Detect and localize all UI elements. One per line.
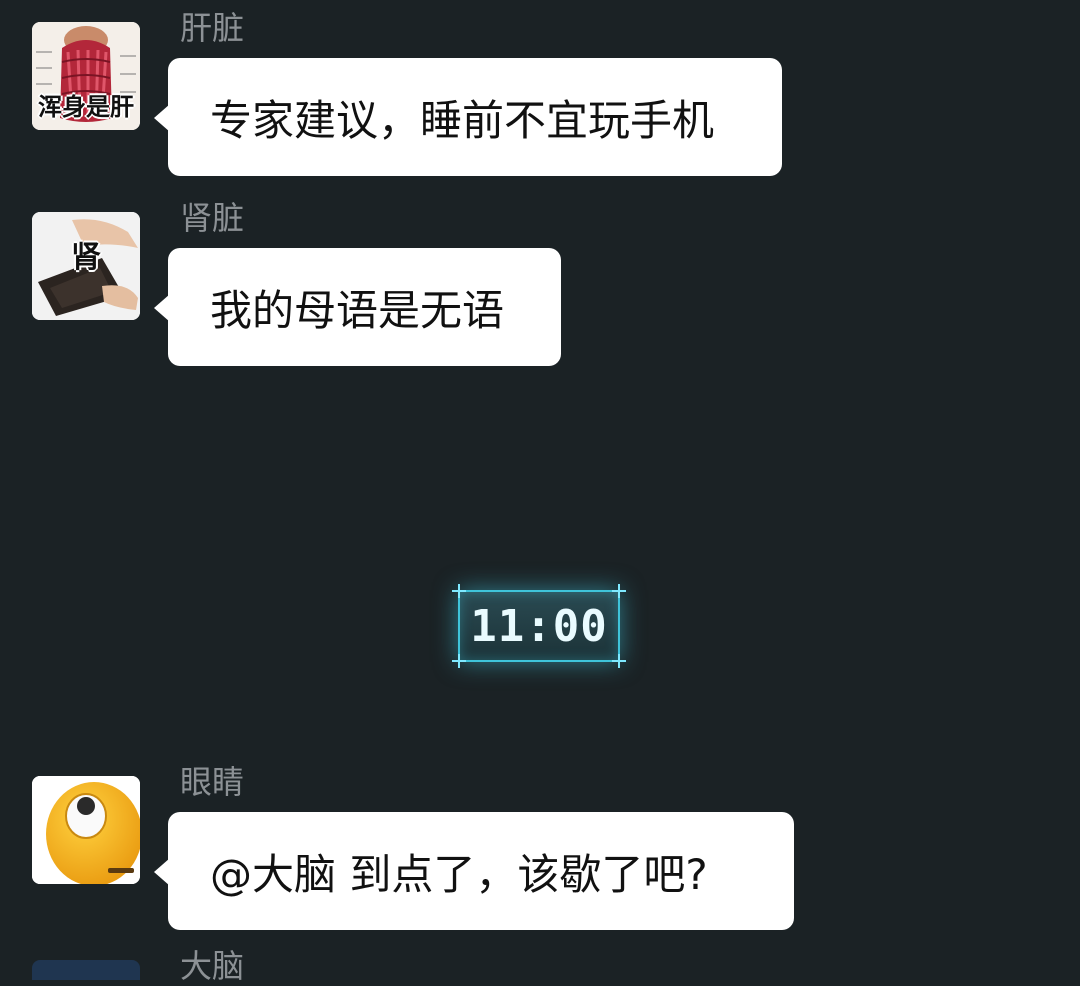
message-bubble[interactable]: @大脑 到点了，该歇了吧?: [154, 812, 794, 930]
chat-message: 眼睛 @大脑 到点了，该歇了吧?: [32, 763, 1032, 936]
avatar-caption: 肾: [71, 240, 101, 275]
sender-name: 肾脏: [180, 199, 245, 237]
avatar-eye[interactable]: [32, 776, 140, 884]
corner-mark: [452, 654, 466, 668]
sender-name: 眼睛: [180, 763, 245, 801]
corner-mark: [452, 584, 466, 598]
corner-mark: [612, 584, 626, 598]
message-bubble[interactable]: 我的母语是无语: [154, 248, 561, 366]
chat-message: 肾 肾脏 我的母语是无语: [32, 199, 1032, 372]
sender-name: 肝脏: [180, 9, 245, 47]
time-divider: 11:00: [452, 584, 626, 668]
chat-message: 浑身是肝 肝脏 专家建议，睡前不宜玩手机: [32, 9, 1032, 182]
avatar-kidney[interactable]: 肾: [32, 212, 140, 320]
avatar-caption: 浑身是肝: [38, 93, 134, 121]
sender-name: 大脑: [180, 947, 245, 985]
corner-mark: [612, 654, 626, 668]
time-label: 11:00: [470, 600, 608, 652]
message-bubble[interactable]: 专家建议，睡前不宜玩手机: [154, 58, 782, 176]
avatar-brain[interactable]: [32, 960, 140, 980]
eye-roll-emoji-icon: [32, 776, 140, 884]
avatar-liver[interactable]: 浑身是肝: [32, 22, 140, 130]
